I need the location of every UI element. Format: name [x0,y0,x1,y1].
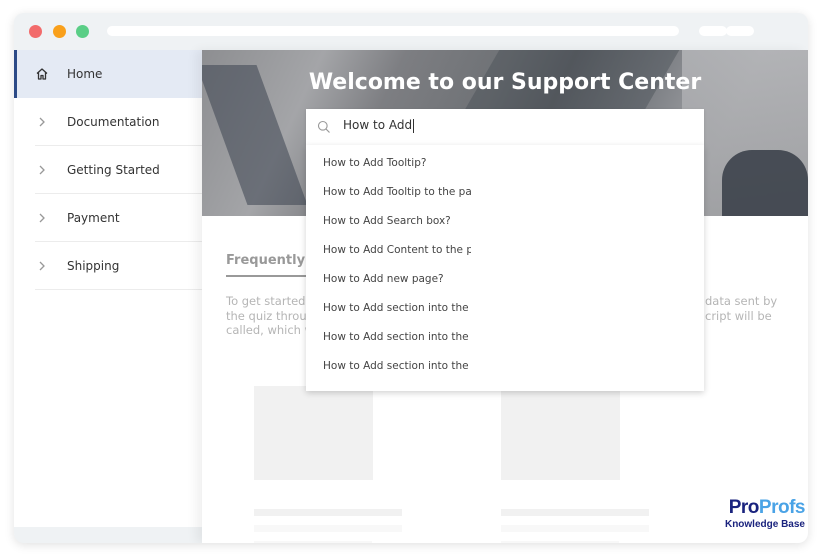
search-input[interactable]: How to Add [343,118,683,133]
placeholder-line [501,541,619,543]
sidebar-item-label: Shipping [67,259,120,273]
proprofs-logo: ProProfs Knowledge Base [715,497,806,531]
faq-text-right: data sent by cript will be [705,294,777,323]
placeholder-line [254,509,402,516]
toolbar-button-1[interactable] [699,26,727,36]
divider [35,289,202,290]
logo-brand-part1: Pro [728,497,760,518]
placeholder-line [501,525,649,532]
maximize-window-button[interactable] [76,25,89,38]
sidebar-item-getting-started[interactable]: Getting Started [14,146,202,194]
suggestion-item[interactable]: How to Add section into the page [323,352,471,381]
article-card-image-placeholder [254,386,373,480]
sidebar-item-label: Documentation [67,115,160,129]
search-icon [317,120,331,134]
faq-heading-underline [226,275,316,277]
title-bar [14,13,808,50]
chevron-right-icon [35,211,49,225]
text-cursor [413,118,415,133]
home-icon [35,67,49,81]
suggestion-item[interactable]: How to Add Search box? [323,207,471,236]
sidebar: Home Documentation Getting Started Payme… [14,50,202,535]
sidebar-item-label: Home [67,67,103,81]
browser-window: Home Documentation Getting Started Payme… [14,13,808,543]
page-title: Welcome to our Support Center [308,70,702,95]
logo-subtitle: Knowledge Base [724,519,805,530]
article-card-image-placeholder [501,386,620,480]
logo-brand: ProProfs [715,497,806,518]
sidebar-item-payment[interactable]: Payment [14,194,202,242]
search-input-value: How to Add [343,118,413,132]
chevron-right-icon [35,115,49,129]
main-content: Welcome to our Support Center How to Add… [202,50,808,543]
placeholder-line [501,509,649,516]
chevron-right-icon [35,259,49,273]
suggestion-item[interactable]: How to Add Tooltip to the page [323,178,471,207]
suggestion-item[interactable]: How to Add new page? [323,265,471,294]
search-suggestions-dropdown: How to Add Tooltip? How to Add Tooltip t… [306,145,704,391]
faq-text-line: data sent by [705,294,778,308]
sidebar-item-documentation[interactable]: Documentation [14,98,202,146]
chevron-right-icon [35,163,49,177]
close-window-button[interactable] [29,25,42,38]
placeholder-line [254,541,372,543]
sidebar-item-label: Getting Started [67,163,160,177]
faq-text-line: cript will be [705,308,772,323]
address-bar[interactable] [107,26,679,36]
logo-brand-part2: Profs [758,497,806,518]
suggestion-item[interactable]: How to Add section into the page [323,323,471,352]
hero-image-mug [722,150,808,216]
toolbar-button-2[interactable] [726,26,754,36]
suggestion-item[interactable]: How to Add section into the page [323,294,471,323]
suggestion-item[interactable]: How to Add Content to the page [323,236,471,265]
search-box[interactable]: How to Add [306,109,704,145]
minimize-window-button[interactable] [53,25,66,38]
sidebar-item-shipping[interactable]: Shipping [14,242,202,290]
sidebar-item-home[interactable]: Home [14,50,202,98]
sidebar-item-label: Payment [67,211,120,225]
sidebar-footer [14,527,202,535]
placeholder-line [254,525,402,532]
suggestion-item[interactable]: How to Add Tooltip? [323,149,471,178]
